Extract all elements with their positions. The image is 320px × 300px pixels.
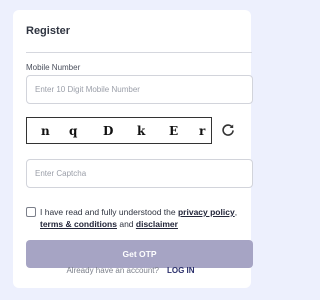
captcha-image: n q D k E r [26, 117, 212, 144]
form-title: Register [26, 25, 71, 37]
title-divider [26, 52, 252, 53]
consent-checkbox[interactable] [26, 207, 36, 217]
get-otp-button[interactable]: Get OTP [26, 240, 253, 268]
consent-and: and [116, 219, 136, 229]
captcha-char: r [199, 124, 206, 138]
captcha-input[interactable] [26, 159, 253, 188]
disclaimer-link[interactable]: disclaimer [136, 219, 178, 229]
login-link[interactable]: LOG IN [167, 266, 195, 275]
captcha-char: D [103, 124, 114, 138]
consent-prefix: I have read and fully understood the [40, 207, 178, 217]
captcha-char: k [137, 124, 146, 138]
account-question: Already have an account? [66, 266, 159, 275]
refresh-icon[interactable] [221, 123, 235, 137]
consent-text: I have read and fully understood the pri… [40, 206, 250, 230]
privacy-policy-link[interactable]: privacy policy [178, 207, 235, 217]
captcha-char: q [69, 124, 78, 138]
mobile-number-input[interactable] [26, 75, 253, 104]
captcha-char: n [41, 124, 50, 138]
register-card: Register Mobile Number n q D k E r I hav… [13, 10, 253, 288]
terms-conditions-link[interactable]: terms & conditions [40, 219, 117, 229]
mobile-number-label: Mobile Number [26, 63, 81, 72]
account-prompt: Already have an account? LOG IN [0, 266, 261, 275]
consent-comma: , [234, 207, 238, 217]
captcha-char: E [169, 124, 179, 138]
